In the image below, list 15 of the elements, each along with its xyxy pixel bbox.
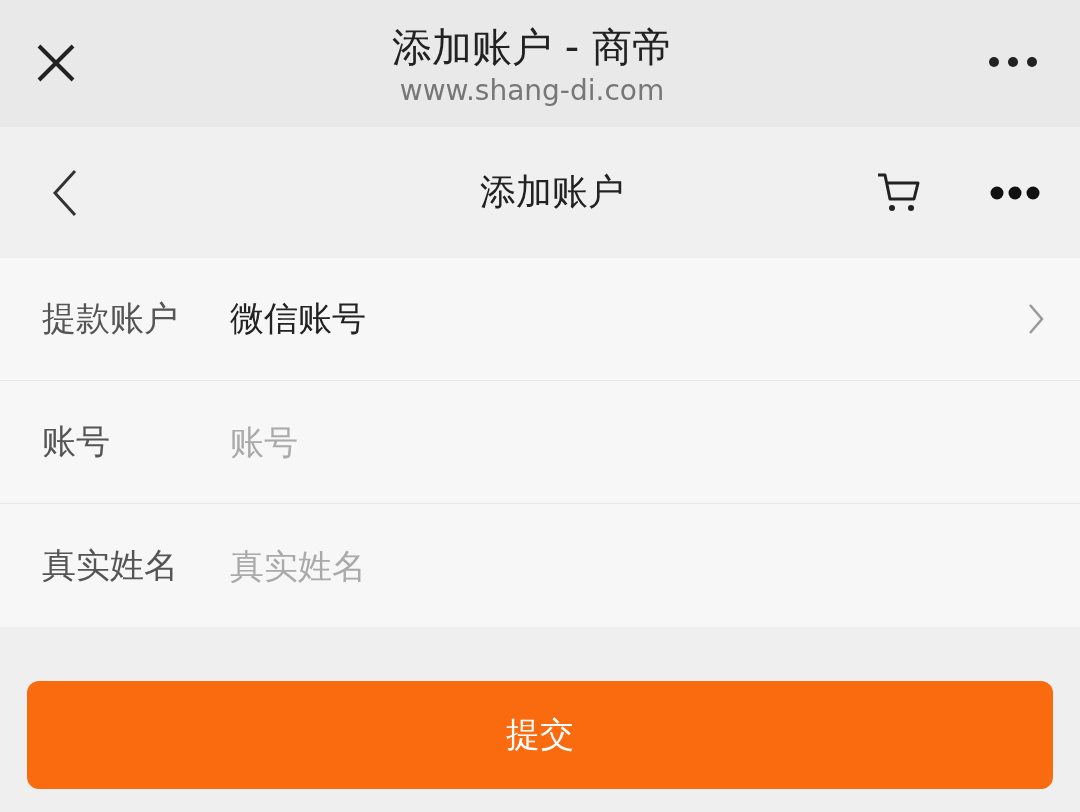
more-icon[interactable]	[990, 185, 1040, 200]
input-field[interactable]: 真实姓名	[230, 545, 1044, 586]
field-label: 账号	[42, 420, 111, 463]
close-icon[interactable]	[36, 42, 76, 83]
select-value[interactable]: 微信账号	[230, 296, 1028, 342]
page-title: 添加账户 - 商帝	[392, 22, 672, 72]
nav-title: 添加账户	[479, 170, 625, 214]
field-label: 提款账户	[42, 297, 179, 340]
input-field[interactable]: 账号	[230, 422, 1044, 462]
back-icon[interactable]	[52, 168, 78, 217]
page-url: www.shang-di.com	[399, 72, 665, 109]
field-label: 真实姓名	[42, 543, 179, 587]
chevron-right-icon[interactable]	[1028, 303, 1044, 335]
cart-icon[interactable]	[876, 171, 920, 214]
more-icon[interactable]	[988, 55, 1038, 68]
